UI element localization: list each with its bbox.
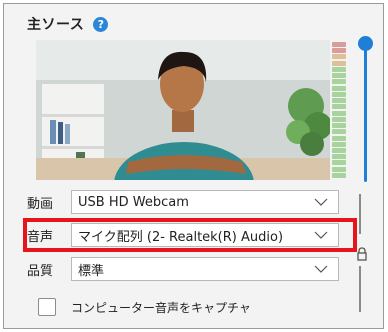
audio-highlight-box	[23, 218, 357, 252]
meter-segment	[332, 116, 346, 122]
chevron-down-icon	[314, 198, 328, 206]
meter-segment	[332, 79, 346, 85]
meter-segment	[332, 147, 346, 153]
volume-slider-thumb[interactable]	[358, 36, 373, 51]
audio-level-meter	[330, 40, 348, 180]
meter-segment	[332, 66, 346, 72]
source-header: 主ソース ?	[27, 14, 109, 34]
meter-segment	[332, 123, 346, 129]
meter-segment	[332, 141, 346, 147]
source-title: 主ソース	[27, 17, 85, 33]
meter-segment	[332, 135, 346, 141]
meter-segment	[332, 73, 346, 79]
quality-select[interactable]: 標準	[71, 257, 339, 281]
meter-segment	[332, 98, 346, 104]
link-line-top	[359, 194, 361, 234]
quality-value: 標準	[78, 263, 105, 279]
meter-segment	[332, 110, 346, 116]
meter-segment	[332, 48, 346, 54]
video-label: 動画	[27, 196, 54, 212]
meter-segment	[332, 104, 346, 110]
meter-segment	[332, 54, 346, 60]
volume-slider[interactable]	[356, 34, 376, 184]
webcam-preview-image	[36, 40, 330, 180]
lock-icon[interactable]	[357, 247, 367, 261]
meter-segment	[332, 91, 346, 97]
meter-segment	[332, 60, 346, 66]
meter-segment	[332, 85, 346, 91]
meter-segment	[332, 160, 346, 166]
video-device-select[interactable]: USB HD Webcam	[71, 190, 339, 214]
source-panel: 主ソース ? 動画 USB HD Webcam 音声 マイク配列 (2- Rea…	[3, 3, 384, 329]
capture-audio-checkbox[interactable]	[38, 298, 56, 316]
help-icon[interactable]: ?	[93, 16, 109, 32]
quality-row: 品質 標準	[27, 256, 339, 282]
volume-slider-track[interactable]	[364, 44, 367, 182]
link-line-bottom	[359, 266, 361, 312]
video-row: 動画 USB HD Webcam	[27, 189, 339, 215]
meter-segment	[332, 154, 346, 160]
chevron-down-icon	[314, 265, 328, 273]
quality-label: 品質	[27, 263, 54, 279]
video-device-value: USB HD Webcam	[78, 194, 189, 210]
meter-segment	[332, 172, 346, 178]
capture-audio-row[interactable]: コンピューター音声をキャプチャ	[38, 298, 251, 316]
webcam-preview	[36, 40, 330, 180]
capture-audio-label[interactable]: コンピューター音声をキャプチャ	[71, 299, 251, 316]
meter-segment	[332, 42, 346, 47]
meter-segment	[332, 166, 346, 172]
meter-segment	[332, 129, 346, 135]
